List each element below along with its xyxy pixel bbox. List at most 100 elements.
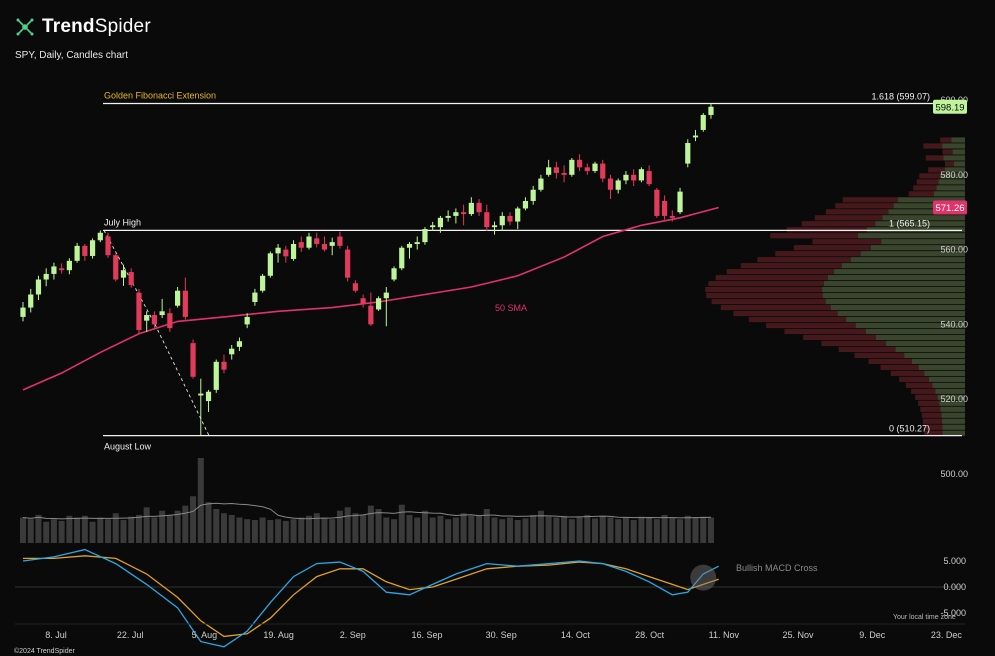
volume-profile-bar-up (952, 149, 965, 155)
macd-axis-tick: 5.000 (943, 556, 966, 566)
candle-up (236, 341, 243, 347)
volume-profile-bar-down (925, 155, 944, 161)
candle-up (51, 266, 57, 274)
volume-profile-bar-down (940, 137, 952, 143)
volume-bar (476, 514, 483, 543)
candle-up (175, 290, 181, 306)
chart-subtitle: SPY, Daily, Candles chart (15, 50, 129, 61)
volume-bar (228, 514, 235, 543)
volume-bar (20, 517, 26, 543)
candle-up (260, 275, 266, 291)
candle-down (576, 159, 583, 168)
volume-bar (429, 517, 436, 543)
candle-down (345, 249, 351, 278)
candle-down (190, 343, 196, 377)
volume-profile-bar-down (835, 203, 894, 209)
volume-profile-bar-down (919, 173, 940, 179)
volume-bar (360, 514, 367, 543)
candle-down (600, 163, 606, 179)
volume-bar (646, 517, 653, 543)
candle-up (383, 292, 389, 299)
volume-bar (105, 519, 112, 543)
volume-profile-bar-up (928, 376, 965, 382)
candle-down (128, 272, 134, 286)
candle-up (213, 361, 219, 390)
candle-up (430, 225, 436, 228)
volume-profile-bar-up (940, 406, 965, 412)
volume-profile-bar-down (905, 382, 933, 388)
volume-profile-bar-up (941, 412, 965, 418)
macd-axis-tick: 0.000 (943, 582, 966, 592)
volume-bar (97, 517, 104, 543)
volume-bar (460, 513, 467, 543)
x-axis-tick: 22. Jul (117, 630, 144, 640)
candle-up (205, 391, 212, 402)
x-axis-tick: 19. Aug (263, 630, 294, 640)
candle-up (592, 163, 598, 172)
candle-up (491, 225, 498, 228)
candle-up (522, 200, 529, 209)
sma-label: 50 SMA (495, 303, 527, 313)
volume-profile-bar-up (841, 263, 965, 269)
price-axis-tick: 540.00 (940, 319, 968, 329)
volume-bar (306, 515, 313, 543)
volume-profile-bar-down (784, 328, 866, 335)
candle-up (499, 215, 505, 226)
chart-stage: { "brand": { "name_bold": "Trend", "name… (0, 0, 995, 656)
volume-profile-bar-down (868, 358, 912, 364)
volume-bar (452, 517, 459, 543)
candle-up (66, 260, 72, 271)
sma-value-badge: 571.26 (935, 203, 964, 214)
volume-profile-bar-down (715, 275, 828, 281)
price-axis-tick: 520.00 (940, 394, 968, 404)
volume-bar (437, 515, 444, 543)
volume-profile-bar-up (951, 137, 965, 143)
volume-bar (244, 519, 251, 543)
candle-up (290, 243, 297, 259)
candle-up (120, 270, 127, 278)
volume-bar (700, 516, 707, 543)
candle-up (244, 316, 250, 325)
volume-bar (707, 517, 714, 543)
candle-down (352, 283, 358, 291)
volume-profile-bar-down (942, 149, 953, 155)
volume-profile-bar-up (876, 334, 965, 341)
volume-profile-bar-up (837, 310, 965, 317)
candle-up (569, 159, 575, 175)
volume-bar (174, 510, 181, 543)
volume-bar (182, 505, 189, 543)
volume-bar (336, 510, 343, 543)
volume-profile-bar-down (854, 352, 905, 359)
candle-up (530, 189, 536, 201)
candle-down (221, 361, 227, 370)
volume-bar (313, 513, 320, 543)
candle-down (136, 292, 142, 331)
candle-up (515, 208, 521, 222)
candle-down (82, 245, 88, 256)
volume-profile-bar-up (895, 346, 965, 353)
volume-bar (43, 521, 50, 543)
candle-up (623, 174, 629, 181)
volume-bar (692, 517, 699, 543)
volume-bar (205, 502, 212, 543)
volume-bar (27, 519, 34, 543)
volume-profile-bar-down (711, 298, 826, 305)
candle-down (661, 200, 668, 216)
volume-bar (522, 518, 529, 543)
volume-profile-bar-down (911, 388, 936, 394)
volume-bar (677, 519, 684, 543)
x-axis-tick: 2. Sep (340, 630, 366, 640)
volume-profile-bar-down (923, 143, 943, 149)
volume-profile-bar-down (801, 221, 876, 227)
volume-bar (638, 516, 645, 543)
candlestick-chart[interactable]: Golden Fibonacci Extension 1.618 (599.07)… (0, 0, 995, 656)
brand-name: TrendSpider (42, 16, 151, 37)
volume-profile (705, 137, 965, 436)
volume-profile-bar-up (904, 352, 965, 359)
timezone-label[interactable]: Your local time zone (893, 614, 956, 621)
volume-profile-bar-up (886, 340, 965, 347)
candle-down (337, 236, 343, 246)
x-axis-tick: 28. Oct (635, 630, 665, 640)
x-axis-tick: 9. Dec (859, 630, 886, 640)
volume-bar (468, 515, 475, 543)
